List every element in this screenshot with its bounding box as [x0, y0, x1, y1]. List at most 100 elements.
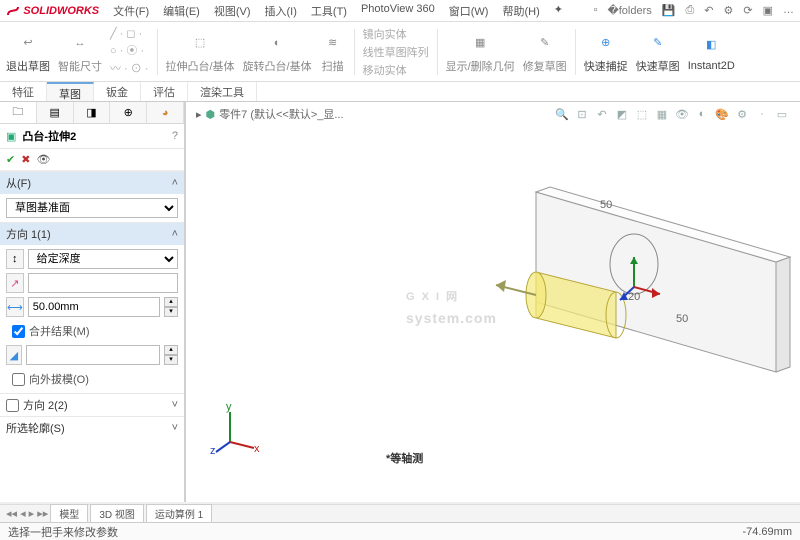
reverse-direction-button[interactable]: ↕ [6, 249, 24, 269]
line-tool-icon[interactable]: ╱ · ◻ · [110, 27, 149, 40]
from-header[interactable]: 从(F) ˄ [0, 172, 184, 194]
tab-render[interactable]: 渲染工具 [188, 82, 257, 101]
panel-tab-feature[interactable]: 🗀 [0, 102, 37, 123]
ribbon-revolve[interactable]: ◐ 旋转凸台/基体 [243, 30, 312, 74]
zoom-fit-icon[interactable]: 🔍 [554, 106, 570, 122]
tab-eval[interactable]: 评估 [141, 82, 188, 101]
panel-tab-config[interactable]: ▤ [37, 102, 74, 123]
bottom-tab-motion[interactable]: 运动算例 1 [146, 504, 212, 523]
scene-icon[interactable]: ◐ [694, 106, 710, 122]
view-settings-icon[interactable]: ⚙ [734, 106, 750, 122]
render-icon[interactable]: ▭ [774, 106, 790, 122]
menu-photoview[interactable]: PhotoView 360 [361, 3, 435, 19]
tab-feature[interactable]: 特征 [0, 82, 47, 101]
hide-show-icon[interactable]: 👁 [674, 106, 690, 122]
direction2-checkbox[interactable] [6, 399, 19, 412]
ribbon-extrude[interactable]: ⬚ 拉伸凸台/基体 [166, 30, 235, 74]
bottom-tab-3dview[interactable]: 3D 视图 [90, 504, 144, 523]
menubar: 文件(F) 编辑(E) 视图(V) 插入(I) 工具(T) PhotoView … [113, 3, 563, 19]
outward-draft-checkbox[interactable] [12, 373, 25, 386]
ribbon-quick-sketch[interactable]: ✎ 快速草图 [636, 30, 680, 74]
display-style-icon[interactable]: ▦ [654, 106, 670, 122]
options-icon[interactable]: ⚙ [724, 4, 734, 17]
depth-input[interactable] [28, 297, 160, 317]
ribbon-show[interactable]: ▦ 显示/删除几何 [446, 30, 515, 74]
draft-button[interactable]: ◢ [6, 345, 22, 365]
ribbon-quick-snap[interactable]: ⊕ 快速捕捉 [584, 30, 628, 74]
view-triad: y x z [210, 404, 260, 454]
tab-sheet[interactable]: 钣金 [94, 82, 141, 101]
menu-insert[interactable]: 插入(I) [265, 3, 297, 19]
draft-spinner[interactable]: ▴ ▾ [164, 345, 178, 365]
chevron-up-icon: ˄ [172, 228, 178, 240]
view-orient-icon[interactable]: ⬚ [634, 106, 650, 122]
titlebar: SOLIDWORKS 文件(F) 编辑(E) 视图(V) 插入(I) 工具(T)… [0, 0, 800, 22]
chevron-down-icon: ˅ [172, 422, 178, 434]
ribbon-repair[interactable]: ✎ 修复草图 [523, 30, 567, 74]
viewport[interactable]: ▸ ⬢ 零件7 (默认<<默认>_显... 🔍 ⊡ ↶ ◩ ⬚ ▦ 👁 ◐ 🎨 … [186, 102, 800, 502]
cancel-button[interactable]: ✖ [21, 153, 30, 166]
tab-sketch[interactable]: 草图 [47, 82, 94, 101]
direction-ref-button[interactable]: ↗ [6, 273, 24, 293]
menu-tools[interactable]: 工具(T) [311, 3, 347, 19]
model-view: 50 50 20 [376, 152, 796, 432]
pattern-tool[interactable]: 线性草图阵列 [363, 44, 429, 60]
direction-ref-input[interactable] [28, 273, 178, 293]
breadcrumb[interactable]: ▸ ⬢ 零件7 (默认<<默认>_显... [196, 106, 344, 122]
menu-help[interactable]: 帮助(H) [502, 3, 539, 19]
panel-tab-target[interactable]: ⊕ [110, 102, 147, 123]
end-condition-select[interactable]: 给定深度 [28, 249, 178, 269]
move-tool[interactable]: 移动实体 [363, 62, 429, 78]
depth-spinner[interactable]: ▴ ▾ [164, 297, 178, 317]
direction2-header[interactable]: 方向 2(2) ˅ [0, 394, 184, 416]
ribbon-exit-sketch[interactable]: ↩ 退出草图 [6, 30, 50, 74]
bottom-tab-model[interactable]: 模型 [50, 504, 88, 523]
draft-up[interactable]: ▴ [164, 345, 178, 355]
preview-button[interactable]: 👁 [36, 153, 50, 166]
from-header-label: 从(F) [6, 175, 31, 191]
menu-window[interactable]: 窗口(W) [449, 3, 489, 19]
ribbon-sweep[interactable]: ≋ 扫描 [320, 30, 346, 74]
repair-icon: ✎ [532, 30, 558, 56]
direction1-block: 方向 1(1) ˄ ↕ 给定深度 ↗ ⟷ ▴ [0, 222, 184, 393]
tab-nav-left[interactable]: ◂◂ ◂ ▸ ▸▸ [6, 507, 48, 520]
ribbon-instant[interactable]: ◧ Instant2D [688, 32, 735, 72]
open-icon[interactable]: �folders [607, 4, 651, 17]
new-icon[interactable]: ▫ [594, 4, 598, 17]
depth-up[interactable]: ▴ [164, 297, 178, 307]
panel-tab-appearance[interactable]: ◕ [147, 102, 184, 123]
ok-button[interactable]: ✔ [6, 153, 15, 166]
sweep-label: 扫描 [322, 58, 344, 74]
dim-right: 50 [676, 313, 688, 325]
prev-view-icon[interactable]: ↶ [594, 106, 610, 122]
merge-checkbox[interactable] [12, 325, 25, 338]
menu-file[interactable]: 文件(F) [113, 3, 149, 19]
zoom-area-icon[interactable]: ⊡ [574, 106, 590, 122]
direction1-header[interactable]: 方向 1(1) ˄ [0, 223, 184, 245]
extrude-label: 拉伸凸台/基体 [166, 58, 235, 74]
ribbon-smart-dim[interactable]: ↔ 智能尺寸 [58, 30, 102, 74]
draft-down[interactable]: ▾ [164, 355, 178, 365]
appearance-icon[interactable]: 🎨 [714, 106, 730, 122]
menu-view[interactable]: 视图(V) [214, 3, 251, 19]
mirror-tool[interactable]: 镜向实体 [363, 26, 429, 42]
depth-down[interactable]: ▾ [164, 307, 178, 317]
spline-tool-icon[interactable]: 〰 · ⊙ · [110, 60, 149, 76]
window-icon[interactable]: ▣ [763, 4, 773, 17]
ribbon: ↩ 退出草图 ↔ 智能尺寸 ╱ · ◻ · ○ · ⦿ · 〰 · ⊙ · ⬚ … [0, 22, 800, 82]
print-icon[interactable]: ⎙ [685, 4, 694, 17]
contour-header[interactable]: 所选轮廓(S) ˅ [0, 417, 184, 439]
rebuild-icon[interactable]: ⟳ [743, 4, 752, 17]
save-icon[interactable]: 💾 [662, 4, 676, 17]
panel-tab-display[interactable]: ◨ [74, 102, 111, 123]
extrude-icon: ⬚ [187, 30, 213, 56]
section-view-icon[interactable]: ◩ [614, 106, 630, 122]
contour-header-label: 所选轮廓(S) [6, 420, 65, 436]
help-icon[interactable]: ? [172, 130, 178, 142]
from-select[interactable]: 草图基准面 [6, 198, 178, 218]
undo-icon[interactable]: ↶ [704, 4, 713, 17]
menu-edit[interactable]: 编辑(E) [163, 3, 200, 19]
circle-tool-icon[interactable]: ○ · ⦿ · [110, 42, 149, 58]
draft-input[interactable] [26, 345, 160, 365]
more-icon[interactable]: … [783, 4, 794, 17]
